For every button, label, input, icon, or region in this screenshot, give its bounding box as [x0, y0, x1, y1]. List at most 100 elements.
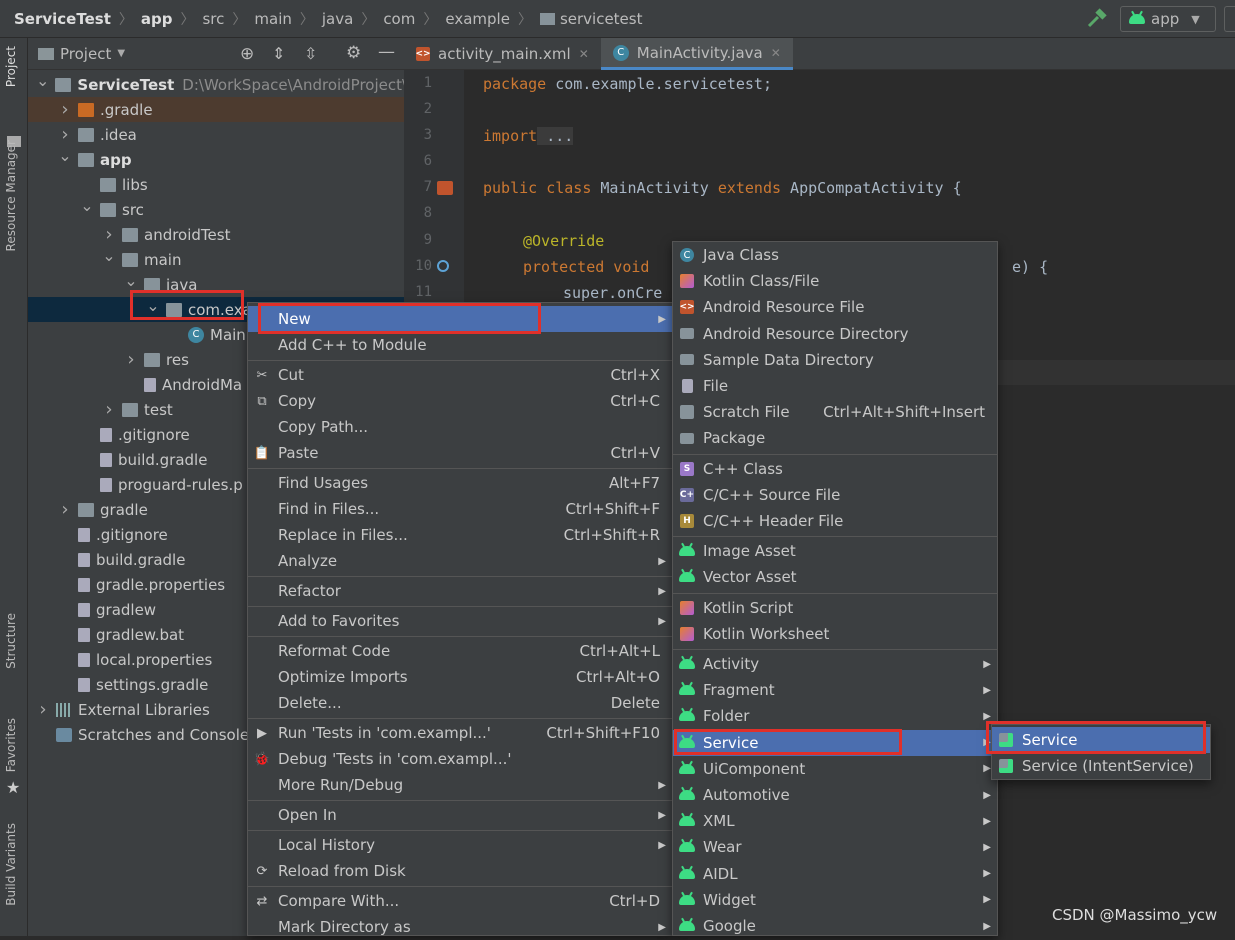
menu-item-copy-path[interactable]: Copy Path...	[248, 414, 672, 440]
menu-item-paste[interactable]: 📋 Paste Ctrl+V	[248, 440, 672, 466]
tree-item[interactable]: ⌄ ServiceTest D:\WorkSpace\AndroidProject\…	[28, 71, 404, 97]
menu-item-find-in-files[interactable]: Find in Files... Ctrl+Shift+F	[248, 496, 672, 522]
menu-item-service[interactable]: Service	[992, 727, 1210, 753]
menu-item-wear[interactable]: Wear ▶	[673, 834, 997, 860]
close-icon[interactable]: ✕	[579, 47, 589, 61]
breadcrumb-item[interactable]: example	[445, 10, 510, 28]
menu-item-kotlin-script[interactable]: Kotlin Script	[673, 595, 997, 621]
collapse-all-icon[interactable]: ⇳	[304, 44, 317, 63]
menu-item-new[interactable]: New ▶	[248, 306, 672, 332]
tree-item[interactable]: libs	[28, 172, 404, 197]
menu-item-package[interactable]: Package	[673, 425, 997, 451]
menu-item-replace-in-files[interactable]: Replace in Files... Ctrl+Shift+R	[248, 522, 672, 548]
menu-item-vector-asset[interactable]: Vector Asset	[673, 564, 997, 590]
menu-item-automotive[interactable]: Automotive ▶	[673, 782, 997, 808]
gear-icon[interactable]: ⚙	[346, 43, 361, 63]
chevron-right-icon[interactable]: ›	[124, 349, 138, 370]
breadcrumb-item[interactable]: com	[383, 10, 415, 28]
menu-item-find-usages[interactable]: Find Usages Alt+F7	[248, 470, 672, 496]
menu-item-service[interactable]: Service ▶	[673, 729, 997, 756]
tree-item[interactable]: › androidTest	[28, 222, 404, 247]
build-hammer-icon[interactable]	[1086, 8, 1108, 30]
menu-item-optimize-imports[interactable]: Optimize Imports Ctrl+Alt+O	[248, 664, 672, 690]
tree-item[interactable]: › .idea	[28, 122, 404, 147]
menu-item-c-c-source-file[interactable]: C+ C/C++ Source File	[673, 482, 997, 508]
breadcrumb-item[interactable]: app	[141, 10, 173, 28]
tree-item[interactable]: ⌄ src	[28, 196, 404, 222]
chevron-right-icon[interactable]: ›	[58, 99, 72, 120]
menu-item-add-to-favorites[interactable]: Add to Favorites ▶	[248, 608, 672, 634]
menu-item-cut[interactable]: ✂ Cut Ctrl+X	[248, 362, 672, 388]
chevron-down-icon[interactable]: ⌄	[80, 196, 94, 215]
class-gutter-icon[interactable]	[437, 181, 453, 195]
menu-item-sample-data-directory[interactable]: Sample Data Directory	[673, 347, 997, 373]
menu-item-fragment[interactable]: Fragment ▶	[673, 677, 997, 703]
chevron-right-icon[interactable]: ›	[102, 399, 116, 420]
menu-item-c-c-header-file[interactable]: H C/C++ Header File	[673, 508, 997, 534]
breadcrumb-item[interactable]: ServiceTest	[14, 10, 111, 28]
menu-item-java-class[interactable]: C Java Class	[673, 242, 997, 268]
project-panel-title[interactable]: Project	[60, 45, 111, 63]
menu-item-service-intentservice[interactable]: Service (IntentService)	[992, 753, 1210, 779]
chevron-down-icon[interactable]: ⌄	[58, 146, 72, 165]
menu-item-debug-tests-in-com-exampl[interactable]: 🐞 Debug 'Tests in 'com.exampl...'	[248, 746, 672, 772]
breadcrumb-item[interactable]: java	[322, 10, 353, 28]
menu-item-aidl[interactable]: AIDL ▶	[673, 861, 997, 887]
chevron-down-icon[interactable]: ⌄	[124, 271, 138, 290]
chevron-down-icon[interactable]: ⌄	[146, 296, 160, 315]
menu-item-google[interactable]: Google ▶	[673, 913, 997, 939]
tab-activity-main-xml[interactable]: <> activity_main.xml ✕	[404, 38, 601, 70]
menu-item-delete[interactable]: Delete... Delete	[248, 690, 672, 716]
menu-item-widget[interactable]: Widget ▶	[673, 887, 997, 913]
menu-item-refactor[interactable]: Refactor ▶	[248, 578, 672, 604]
chevron-down-icon[interactable]: ⌄	[36, 71, 49, 90]
menu-item-more-run-debug[interactable]: More Run/Debug ▶	[248, 772, 672, 798]
menu-item-add-c-to-module[interactable]: Add C++ to Module	[248, 332, 672, 358]
tab-favorites[interactable]: Favorites	[4, 718, 18, 772]
menu-item-local-history[interactable]: Local History ▶	[248, 832, 672, 858]
menu-item-open-in[interactable]: Open In ▶	[248, 802, 672, 828]
tab-structure[interactable]: Structure	[4, 613, 18, 669]
menu-item-activity[interactable]: Activity ▶	[673, 651, 997, 677]
tab-project[interactable]: Project	[4, 46, 18, 87]
chevron-right-icon[interactable]: ›	[58, 499, 72, 520]
chevron-right-icon[interactable]: ›	[36, 699, 50, 720]
tree-item[interactable]: › .gradle	[28, 97, 404, 122]
menu-item-scratch-file[interactable]: Scratch File Ctrl+Alt+Shift+Insert	[673, 399, 997, 425]
tree-item[interactable]: ⌄ app	[28, 146, 404, 172]
locate-icon[interactable]: ⊕	[240, 44, 254, 64]
run-configuration-selector[interactable]: app ▼	[1120, 6, 1216, 32]
menu-item-android-resource-directory[interactable]: Android Resource Directory	[673, 321, 997, 347]
tab-build-variants[interactable]: Build Variants	[4, 823, 18, 906]
chevron-down-icon[interactable]: ▼	[117, 48, 125, 59]
menu-item-copy[interactable]: ⧉ Copy Ctrl+C	[248, 388, 672, 414]
menu-item-xml[interactable]: XML ▶	[673, 808, 997, 834]
menu-item-reformat-code[interactable]: Reformat Code Ctrl+Alt+L	[248, 638, 672, 664]
menu-item-mark-directory-as[interactable]: Mark Directory as ▶	[248, 914, 672, 940]
toolbar-extra-button[interactable]	[1224, 6, 1235, 32]
menu-item-run-tests-in-com-exampl[interactable]: ▶ Run 'Tests in 'com.exampl...' Ctrl+Shift…	[248, 720, 672, 746]
tab-resource-manager[interactable]: Resource Manager	[4, 140, 18, 251]
breadcrumb-item[interactable]: main	[254, 10, 291, 28]
menu-item-analyze[interactable]: Analyze ▶	[248, 548, 672, 574]
override-gutter-icon[interactable]	[437, 260, 449, 272]
minimize-icon[interactable]: —	[378, 42, 395, 62]
menu-item-folder[interactable]: Folder ▶	[673, 703, 997, 729]
menu-item-uicomponent[interactable]: UiComponent ▶	[673, 756, 997, 782]
chevron-right-icon[interactable]: ›	[102, 224, 116, 245]
tree-item[interactable]: ⌄ java	[28, 271, 404, 297]
menu-item-file[interactable]: File	[673, 373, 997, 399]
menu-item-android-resource-file[interactable]: <> Android Resource File	[673, 294, 997, 320]
expand-all-icon[interactable]: ⇕	[272, 44, 285, 63]
close-icon[interactable]: ✕	[771, 46, 781, 60]
menu-item-reload-from-disk[interactable]: ⟳ Reload from Disk	[248, 858, 672, 884]
chevron-down-icon[interactable]: ⌄	[102, 246, 116, 265]
menu-item-kotlin-class-file[interactable]: Kotlin Class/File	[673, 268, 997, 294]
menu-item-kotlin-worksheet[interactable]: Kotlin Worksheet	[673, 621, 997, 647]
menu-item-image-asset[interactable]: Image Asset	[673, 538, 997, 564]
chevron-right-icon[interactable]: ›	[58, 124, 72, 145]
tab-mainactivity-java[interactable]: C MainActivity.java ✕	[600, 38, 793, 70]
menu-item-c-class[interactable]: S C++ Class	[673, 456, 997, 482]
menu-item-compare-with[interactable]: ⇄ Compare With... Ctrl+D	[248, 888, 672, 914]
breadcrumb-item[interactable]: servicetest	[539, 10, 642, 28]
